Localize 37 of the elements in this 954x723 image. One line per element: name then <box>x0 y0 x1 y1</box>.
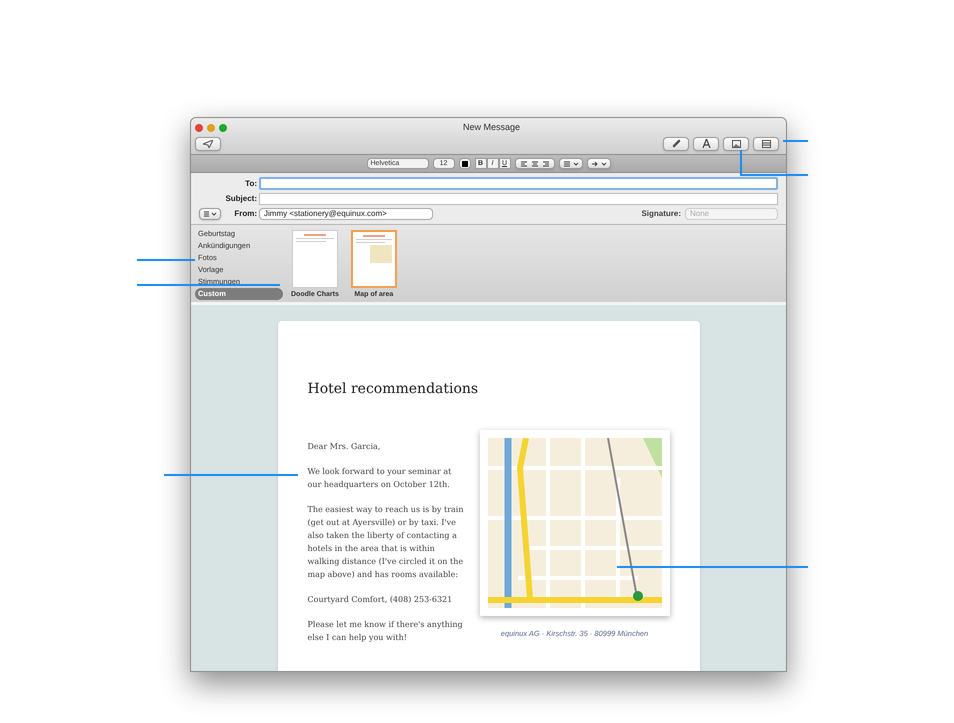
arrow-icon <box>590 160 606 166</box>
subject-label: Subject: <box>224 193 257 205</box>
align-button[interactable] <box>514 158 554 169</box>
letter-heading: Hotel recommendations <box>308 380 480 399</box>
to-field[interactable] <box>259 177 778 190</box>
letter-paragraph: The easiest way to reach us is by train (get out at Ayersville) or by taxi. I've also taken the liberty of contacting a hotels in the area that is within walking distance (I've circled it on the map above) and has rooms available: <box>308 504 464 581</box>
close-button[interactable] <box>195 124 203 132</box>
paper-plane-icon <box>203 140 213 148</box>
photo-browser-button[interactable] <box>723 136 749 150</box>
window-title: New Message <box>462 121 522 134</box>
indent-button[interactable] <box>586 158 610 169</box>
letter-paragraph: Courtyard Comfort, (408) 253-6321 <box>308 594 454 606</box>
send-button[interactable] <box>195 136 221 150</box>
to-label: To: <box>244 178 257 190</box>
attach-button[interactable] <box>663 136 689 150</box>
list-icon <box>562 160 578 166</box>
letter-paragraph: Dear Mrs. Garcia, <box>308 441 382 453</box>
list-button[interactable] <box>558 158 582 169</box>
from-select[interactable]: Jimmy <stationery@equinux.com> <box>259 208 433 220</box>
letter-paragraph: Please let me know if there's anything else I can help you with! <box>308 619 464 644</box>
grid-icon <box>762 140 770 148</box>
fonts-button[interactable] <box>693 136 719 150</box>
color-swatch[interactable] <box>458 158 470 169</box>
header-options-button[interactable] <box>199 208 221 220</box>
leader-line <box>137 259 195 261</box>
menu-icon <box>203 211 217 217</box>
letter-a-icon <box>702 139 710 148</box>
leader-line <box>783 140 808 142</box>
template-thumbnail[interactable] <box>350 230 397 288</box>
align-icon <box>520 160 550 166</box>
stationery-button[interactable] <box>753 136 779 150</box>
from-label: From: <box>233 208 257 220</box>
picture-icon <box>732 140 740 148</box>
letter-paragraph: We look forward to your seminar at our headquarters on October 12th. <box>308 466 452 491</box>
subject-field[interactable] <box>259 193 778 205</box>
signature-label: Signature: <box>641 208 681 220</box>
template-thumbnail[interactable] <box>292 230 338 288</box>
